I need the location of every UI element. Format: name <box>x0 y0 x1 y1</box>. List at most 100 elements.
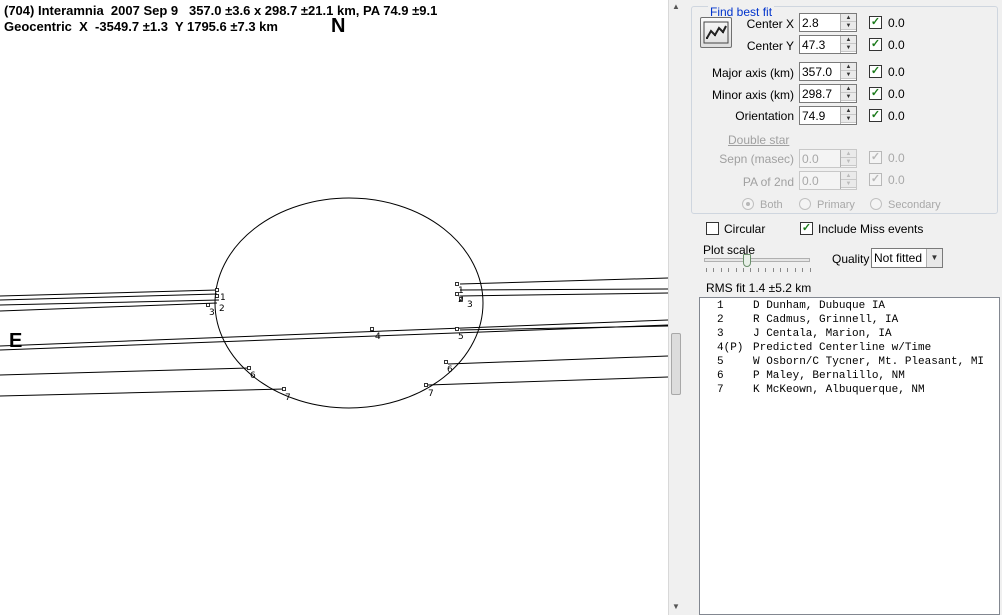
radio-secondary-label: Secondary <box>888 199 941 211</box>
spin-down-icon[interactable]: ▼ <box>841 22 856 30</box>
scroll-thumb[interactable] <box>671 333 681 395</box>
spin-down-icon[interactable]: ▼ <box>841 93 856 101</box>
header-line-1: (704) Interamnia 2007 Sep 9 357.0 ±3.6 x… <box>4 3 438 18</box>
observer-number: 6 <box>717 370 724 382</box>
spin-down-icon[interactable]: ▼ <box>841 180 856 188</box>
observer-number: 2 <box>717 314 724 326</box>
pa-2nd-label: PA of 2nd <box>742 175 794 189</box>
chord-label: 6 <box>447 365 453 375</box>
minor-axis-spinner[interactable]: 298.7 ▲ ▼ <box>799 84 857 103</box>
chord-event-marker <box>455 327 459 331</box>
chevron-down-icon[interactable]: ▼ <box>926 249 942 267</box>
chart-fit-icon <box>703 21 729 44</box>
circular-checkbox[interactable]: ✓ <box>706 222 719 235</box>
chord-event-marker <box>206 303 210 307</box>
chord-event-marker <box>424 383 428 387</box>
chord-event-marker <box>370 327 374 331</box>
quality-select[interactable]: Not fitted ▼ <box>871 248 943 268</box>
center-x-check-value: 0.0 <box>888 16 905 30</box>
double-star-link[interactable]: Double star <box>728 133 789 147</box>
spin-up-icon[interactable]: ▲ <box>841 150 856 158</box>
center-y-value[interactable]: 47.3 <box>802 38 825 52</box>
spin-up-icon[interactable]: ▲ <box>841 36 856 44</box>
center-y-checkbox[interactable]: ✓ <box>869 38 882 51</box>
plot-scrollbar[interactable]: ▲ ▼ <box>668 0 682 615</box>
chord-label: 3 <box>467 300 473 310</box>
spin-up-icon[interactable]: ▲ <box>841 63 856 71</box>
orientation-checkbox[interactable]: ✓ <box>869 109 882 122</box>
observer-name: P Maley, Bernalillo, NM <box>753 370 905 382</box>
spin-down-icon[interactable]: ▼ <box>841 115 856 123</box>
minor-axis-value[interactable]: 298.7 <box>802 87 832 101</box>
pa-2nd-value[interactable]: 0.0 <box>802 174 819 188</box>
chord-line <box>427 376 668 386</box>
major-axis-spinner[interactable]: 357.0 ▲ ▼ <box>799 62 857 81</box>
observer-list[interactable]: 1 D Dunham, Dubuque IA 2 R Cadmus, Grinnell… <box>699 297 1000 615</box>
radio-both-label: Both <box>760 199 783 211</box>
sepn-spinner[interactable]: 0.0 ▲ ▼ <box>799 149 857 168</box>
observer-name: D Dunham, Dubuque IA <box>753 300 886 312</box>
observer-name: Predicted Centerline w/Time <box>753 342 932 354</box>
center-x-checkbox[interactable]: ✓ <box>869 16 882 29</box>
chord-label: 1 <box>220 293 226 303</box>
sepn-value[interactable]: 0.0 <box>802 152 819 166</box>
orientation-label: Orientation <box>735 109 794 123</box>
spin-up-icon[interactable]: ▲ <box>841 107 856 115</box>
header-line-2: Geocentric X -3549.7 ±1.3 Y 1795.6 ±7.3 … <box>4 19 278 34</box>
radio-secondary[interactable] <box>870 198 882 210</box>
observer-number: 4(P) <box>717 342 744 354</box>
observer-number: 5 <box>717 356 724 368</box>
include-miss-label: Include Miss events <box>818 222 924 236</box>
include-miss-checkbox[interactable]: ✓ <box>800 222 813 235</box>
minor-axis-checkbox[interactable]: ✓ <box>869 87 882 100</box>
center-x-spinner[interactable]: 2.8 ▲ ▼ <box>799 13 857 32</box>
scroll-down-icon[interactable]: ▼ <box>671 602 681 612</box>
orientation-value[interactable]: 74.9 <box>802 109 825 123</box>
center-x-label: Center X <box>746 17 794 31</box>
chord-event-marker <box>247 366 251 370</box>
center-y-spinner[interactable]: 47.3 ▲ ▼ <box>799 35 857 54</box>
plot-scale-thumb[interactable] <box>743 254 751 267</box>
rms-fit-label: RMS fit 1.4 ±5.2 km <box>706 281 812 295</box>
chord-line <box>0 367 250 376</box>
chord-label: 5 <box>458 332 464 342</box>
pa-2nd-checkbox[interactable]: ✓ <box>869 173 882 186</box>
chord-line <box>459 288 668 291</box>
east-label: E <box>9 330 23 352</box>
north-label: N <box>331 15 346 37</box>
spin-up-icon[interactable]: ▲ <box>841 172 856 180</box>
spin-up-icon[interactable]: ▲ <box>841 14 856 22</box>
chord-line <box>459 292 668 297</box>
quality-label: Quality <box>832 252 870 266</box>
observer-number: 3 <box>717 328 724 340</box>
radio-both[interactable] <box>742 198 754 210</box>
orientation-check-value: 0.0 <box>888 109 905 123</box>
sepn-label: Sepn (masec) <box>719 152 794 166</box>
major-axis-value[interactable]: 357.0 <box>802 65 832 79</box>
major-axis-checkbox[interactable]: ✓ <box>869 65 882 78</box>
spin-up-icon[interactable]: ▲ <box>841 85 856 93</box>
chord-line <box>0 319 668 347</box>
observer-number: 7 <box>717 384 724 396</box>
orientation-spinner[interactable]: 74.9 ▲ ▼ <box>799 106 857 125</box>
radio-primary[interactable] <box>799 198 811 210</box>
chord-label: 7 <box>428 389 434 399</box>
spin-down-icon[interactable]: ▼ <box>841 44 856 52</box>
chord-event-marker <box>444 360 448 364</box>
observer-name: K McKeown, Albuquerque, NM <box>753 384 925 396</box>
chord-label: 3 <box>209 308 215 318</box>
spin-down-icon[interactable]: ▼ <box>841 71 856 79</box>
pa-2nd-spinner[interactable]: 0.0 ▲ ▼ <box>799 171 857 190</box>
center-x-value[interactable]: 2.8 <box>802 16 819 30</box>
plot-canvas: 12312 34 5667 7 <box>0 197 668 409</box>
circular-label: Circular <box>724 222 766 236</box>
sepn-checkbox[interactable]: ✓ <box>869 151 882 164</box>
plot-scale-slider[interactable] <box>704 258 810 262</box>
quality-value: Not fitted <box>874 251 923 265</box>
chord-label: 7 <box>285 393 291 403</box>
observer-name: R Cadmus, Grinnell, IA <box>753 314 899 326</box>
spin-down-icon[interactable]: ▼ <box>841 158 856 166</box>
find-fit-button[interactable] <box>700 17 732 48</box>
scroll-up-icon[interactable]: ▲ <box>671 2 681 12</box>
chord-line <box>447 355 668 365</box>
